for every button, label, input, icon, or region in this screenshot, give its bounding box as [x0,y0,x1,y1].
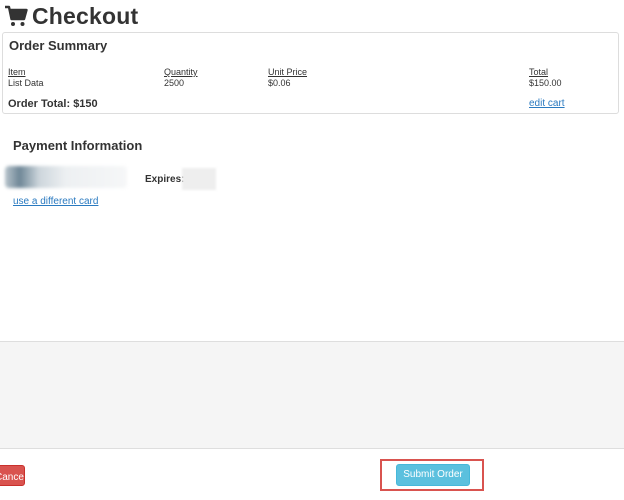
page-header: Checkout [4,2,138,30]
order-total: Order Total: $150 [8,98,98,110]
quantity-column: Quantity 2500 [164,67,198,89]
page-title: Checkout [32,2,139,29]
unit-price-column-header: Unit Price [268,67,308,77]
use-different-card-link[interactable]: use a different card [13,196,98,207]
order-summary-title: Order Summary [9,38,108,53]
expiry-redacted [182,168,216,190]
submit-order-button[interactable]: Submit Order [396,464,470,486]
unit-price-value: $0.06 [268,78,291,88]
total-column: Total $150.00 [529,67,562,89]
quantity-column-header: Quantity [164,67,198,77]
card-number-redacted [5,166,127,188]
footer-gray-band [0,341,624,449]
item-column: Item List Data [8,67,44,89]
quantity-value: 2500 [164,78,185,88]
unit-price-column: Unit Price $0.06 [268,67,307,89]
cancel-button[interactable]: Cancel [0,465,25,486]
total-value: $150.00 [529,78,562,88]
shopping-cart-icon [4,4,28,28]
total-column-header: Total [529,67,549,77]
item-value: List Data [8,78,44,88]
edit-cart-link[interactable]: edit cart [529,98,565,109]
expires-label: Expires: [145,174,185,185]
order-summary-panel: Order Summary Item List Data Quantity 25… [2,32,619,114]
checkout-page: Checkout Order Summary Item List Data Qu… [0,0,624,500]
payment-information-title: Payment Information [13,138,143,153]
item-column-header: Item [8,67,26,77]
